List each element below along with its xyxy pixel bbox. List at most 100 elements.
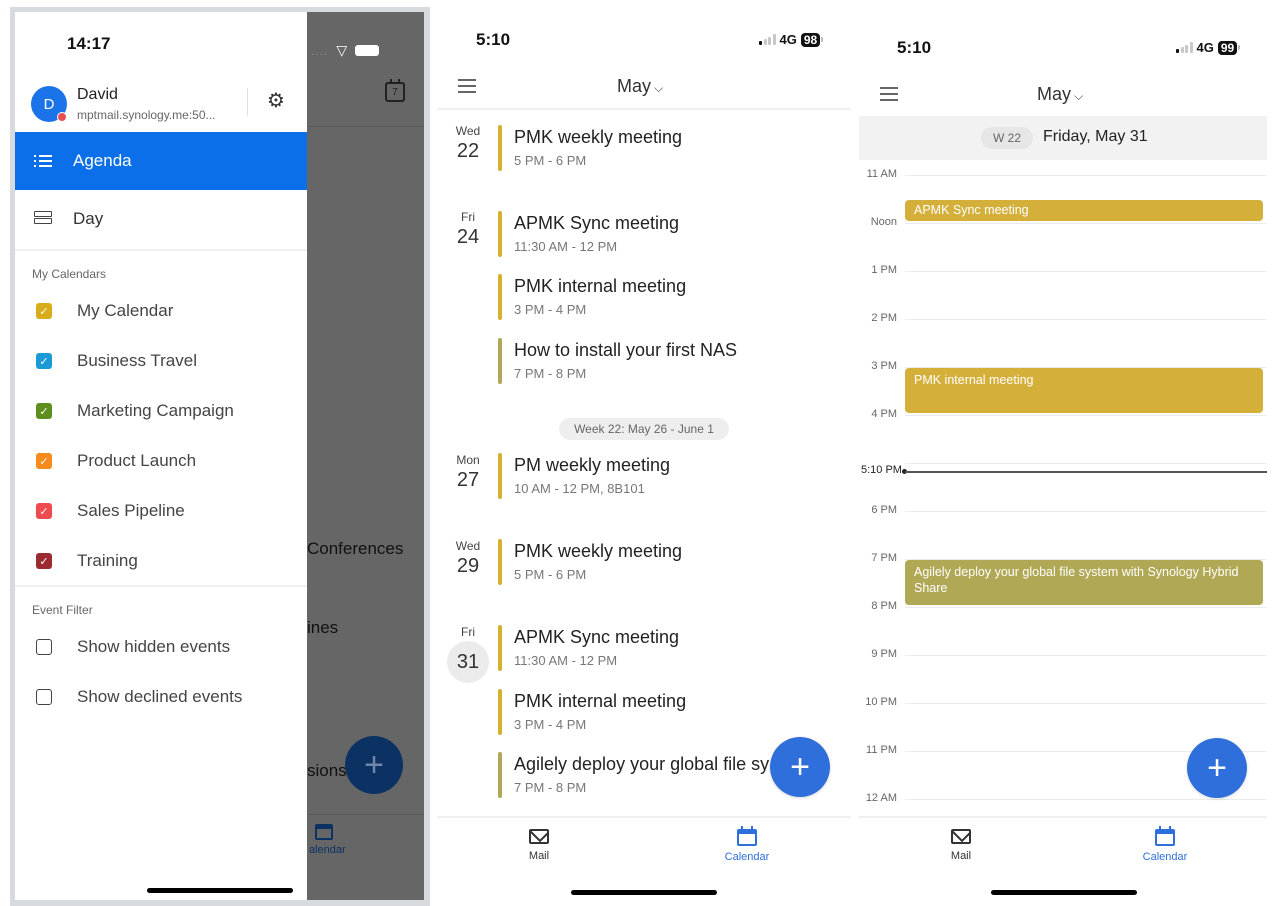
agenda-date: Wed 29 (455, 539, 481, 577)
checkbox-checked[interactable]: ✓ (36, 553, 52, 569)
hour-row: 11 AM (859, 168, 1267, 182)
hour-row: 10 PM (859, 696, 1267, 710)
tab-calendar[interactable]: Calendar (1137, 826, 1193, 863)
event-color-bar (498, 453, 502, 499)
current-time-indicator: 5:10 PM (859, 464, 1267, 478)
day-event[interactable]: PMK internal meeting (905, 368, 1263, 413)
day-event[interactable]: APMK Sync meeting (905, 200, 1263, 221)
filter-show-declined-events[interactable]: Show declined events (15, 679, 307, 715)
drawer-screen: .... ▽ 7 Conferences ines sions + alenda… (15, 12, 424, 900)
checkbox-checked[interactable]: ✓ (36, 353, 52, 369)
day-header: W 22 Friday, May 31 (859, 116, 1267, 160)
divider (307, 126, 424, 127)
calendar-item-my-calendar[interactable]: ✓ My Calendar (15, 293, 307, 329)
chevron-down-icon: ⌵ (654, 81, 664, 95)
status-dot (57, 112, 67, 122)
hour-gridline (905, 703, 1267, 704)
calendar-item-product-launch[interactable]: ✓ Product Launch (15, 443, 307, 479)
filter-show-hidden-events[interactable]: Show hidden events (15, 629, 307, 665)
status-time: 5:10 (897, 38, 932, 57)
hour-row: 9 PM (859, 648, 1267, 662)
divider (15, 249, 307, 251)
current-time-label: 5:10 PM (861, 464, 902, 476)
hour-label: 1 PM (871, 264, 897, 276)
month-selector[interactable]: May ⌵ (617, 76, 663, 97)
hour-label: 10 PM (865, 696, 897, 708)
today-calendar-icon[interactable]: 7 (385, 79, 405, 102)
menu-icon[interactable] (880, 87, 898, 101)
list-icon (33, 151, 53, 172)
hour-gridline (905, 607, 1267, 608)
hour-label: 8 PM (871, 600, 897, 612)
gear-icon[interactable]: ⚙ (265, 90, 287, 112)
hour-label: 6 PM (871, 504, 897, 516)
add-event-button[interactable]: + (770, 737, 830, 797)
week-badge: W 22 (981, 127, 1033, 149)
battery-tip (821, 37, 824, 42)
status-icons: 4G 99 (1176, 40, 1241, 55)
menu-icon[interactable] (458, 79, 476, 93)
tab-calendar[interactable]: alendar (309, 824, 346, 856)
calendar-icon (315, 824, 333, 840)
mail-icon (529, 829, 549, 844)
status-time: 14:17 (67, 34, 111, 53)
current-time-line (905, 471, 1267, 473)
tab-mail[interactable]: Mail (521, 829, 557, 862)
chevron-down-icon: ⌵ (1074, 89, 1084, 103)
checkbox-unchecked[interactable] (36, 639, 52, 655)
checkbox-checked[interactable]: ✓ (36, 303, 52, 319)
calendar-icon (737, 826, 757, 846)
hour-row: 6 PM (859, 504, 1267, 518)
hour-gridline (905, 319, 1267, 320)
month-selector[interactable]: May ⌵ (1037, 84, 1083, 105)
hour-label: Noon (870, 216, 897, 228)
mail-icon (951, 829, 971, 844)
day-view-icon (33, 209, 53, 230)
checkbox-checked[interactable]: ✓ (36, 503, 52, 519)
background-text: ines (307, 618, 339, 637)
day-event[interactable]: Agilely deploy your global file system w… (905, 560, 1263, 605)
add-event-button[interactable]: + (345, 736, 403, 794)
signal-icon (1176, 42, 1193, 53)
hour-label: 2 PM (871, 312, 897, 324)
calendar-item-training[interactable]: ✓ Training (15, 543, 307, 579)
calendar-item-business-travel[interactable]: ✓ Business Travel (15, 343, 307, 379)
calendar-icon (1155, 826, 1175, 846)
home-indicator (991, 890, 1137, 895)
event-color-bar (498, 211, 502, 257)
event-color-bar (498, 625, 502, 671)
tab-mail[interactable]: Mail (943, 829, 979, 862)
event-color-bar (498, 125, 502, 171)
day-screen: 5:10 4G 99 May ⌵ W 22 Friday, May 31 11 A… (859, 0, 1267, 906)
add-event-button[interactable]: + (1187, 738, 1247, 798)
event-color-bar (498, 338, 502, 384)
hour-row: 1 PM (859, 264, 1267, 278)
divider (247, 88, 248, 116)
event-color-bar (498, 752, 502, 798)
nav-item-agenda[interactable]: Agenda (15, 132, 307, 190)
divider (437, 108, 851, 110)
calendar-item-marketing-campaign[interactable]: ✓ Marketing Campaign (15, 393, 307, 429)
checkbox-unchecked[interactable] (36, 689, 52, 705)
status-time: 5:10 (476, 30, 511, 49)
background-text: sions (307, 761, 347, 780)
navigation-drawer: 14:17 D David mptmail.synology.me:50... … (15, 12, 307, 900)
divider (15, 585, 307, 587)
tab-calendar[interactable]: Calendar (719, 826, 775, 863)
week-separator: Week 22: May 26 - June 1 (559, 418, 729, 440)
hour-gridline (905, 271, 1267, 272)
nav-item-day[interactable]: Day (15, 190, 307, 248)
hour-label: 11 AM (866, 168, 897, 180)
event-color-bar (498, 274, 502, 320)
status-icons: 4G 98 (759, 32, 824, 47)
hour-label: 7 PM (871, 552, 897, 564)
calendar-item-sales-pipeline[interactable]: ✓ Sales Pipeline (15, 493, 307, 529)
checkbox-checked[interactable]: ✓ (36, 403, 52, 419)
section-label-my-calendars: My Calendars (32, 267, 107, 281)
hour-row: 2 PM (859, 312, 1267, 326)
hour-gridline (905, 415, 1267, 416)
event-color-bar (498, 539, 502, 585)
account-header[interactable]: D David mptmail.synology.me:50... ⚙ (15, 80, 307, 132)
hour-gridline (905, 655, 1267, 656)
checkbox-checked[interactable]: ✓ (36, 453, 52, 469)
